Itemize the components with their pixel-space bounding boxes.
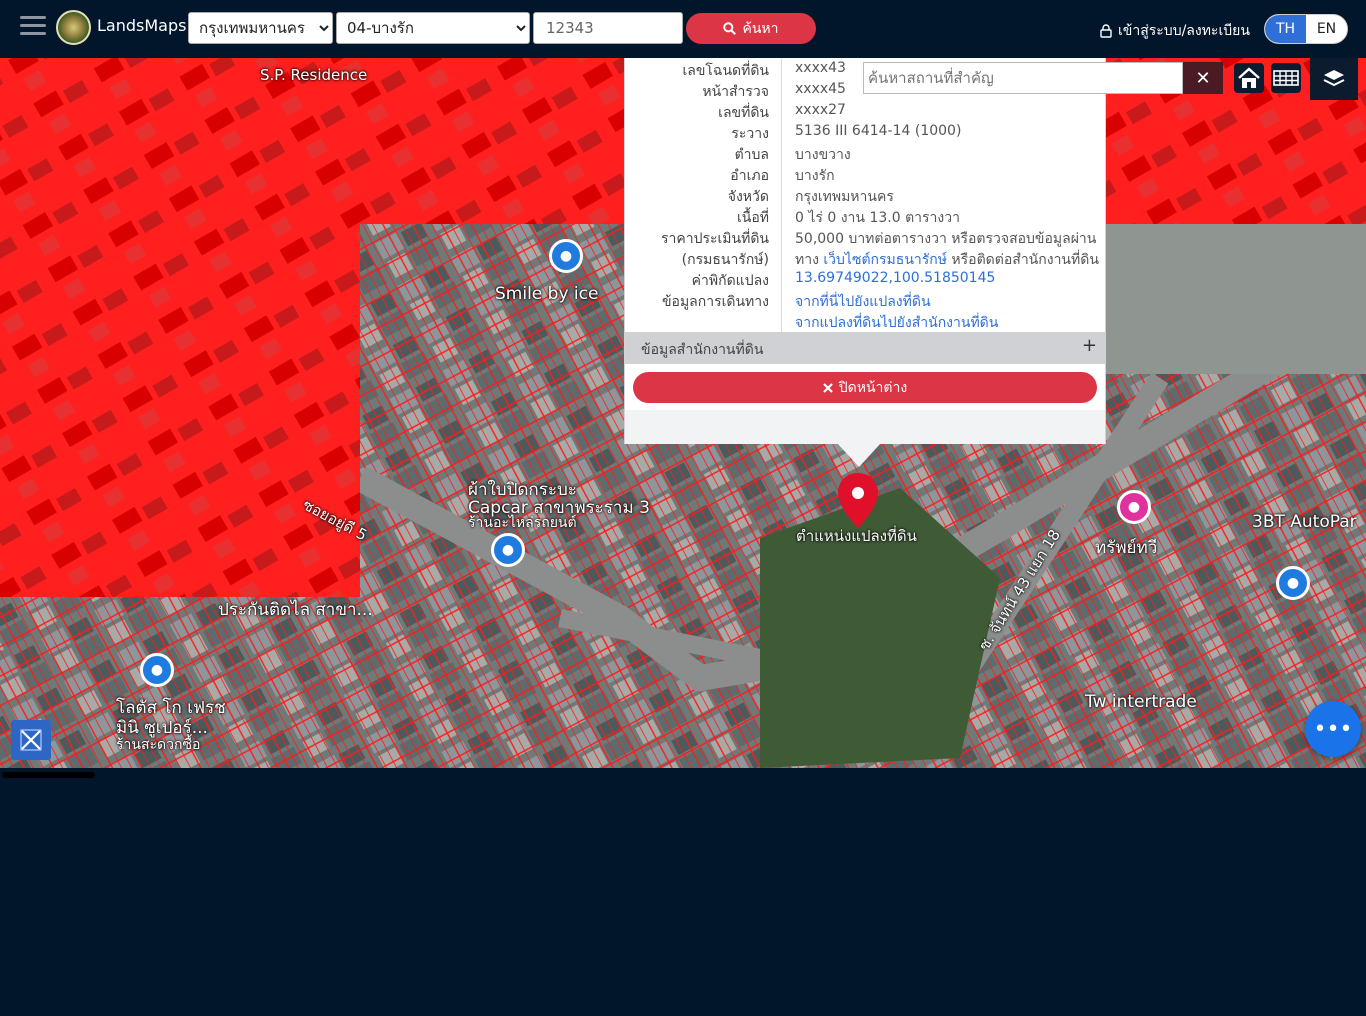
info-value: บางขวาง: [795, 147, 851, 163]
parcel-location-label: ตำแหน่งแปลงที่ดิน: [796, 527, 917, 545]
brand-name[interactable]: LandsMaps: [97, 16, 186, 35]
info-key: ค่าพิกัดแปลง: [691, 273, 769, 289]
search-button[interactable]: ค้นหา: [686, 13, 816, 44]
grid-icon: [1273, 70, 1299, 86]
poi-marker-icon[interactable]: ●: [1276, 566, 1310, 600]
info-key: เลขโฉนดที่ดิน: [682, 63, 769, 79]
home-icon: [1238, 67, 1260, 88]
info-key: จังหวัด: [727, 189, 769, 205]
map-label: Tw intertrade: [1085, 692, 1197, 712]
map-label: ร้านสะดวกซื้อ: [116, 737, 201, 753]
info-value: กรุงเทพมหานคร: [795, 189, 894, 205]
info-key: (กรมธนารักษ์): [681, 252, 769, 268]
expand-plus-icon[interactable]: +: [1082, 335, 1097, 356]
info-key: เนื้อที่: [737, 210, 769, 226]
land-office-section-label: ข้อมูลสำนักงานที่ดิน: [641, 342, 764, 358]
info-key: ระวาง: [731, 126, 769, 142]
info-value: 50,000 บาทต่อตารางวา หรือตรวจสอบข้อมูลผ่…: [795, 231, 1097, 247]
map-label: ประกันติดไล สาขา...: [218, 600, 373, 620]
map-label: 3BT AutoPar: [1252, 512, 1357, 532]
province-select[interactable]: กรุงเทพมหานคร: [188, 12, 333, 44]
search-icon: [723, 22, 737, 35]
clear-search-button[interactable]: ✕: [1183, 62, 1223, 94]
department-seal-logo[interactable]: [56, 10, 91, 45]
close-window-button[interactable]: ปิดหน้าต่าง: [633, 372, 1097, 403]
pencil-ruler-icon: [20, 729, 42, 751]
popup-pointer-arrow: [837, 443, 881, 467]
info-value-prefix: ทาง: [795, 252, 824, 268]
layers-icon: [1323, 70, 1345, 87]
lock-icon: [1100, 24, 1112, 38]
info-value: 5136 III 6414-14 (1000): [795, 123, 962, 139]
directions-to-land-office-link[interactable]: จากแปลงที่ดินไปยังสำนักงานที่ดิน: [795, 312, 998, 334]
treasury-website-link[interactable]: เว็บไซต์กรมธนารักษ์: [823, 252, 947, 268]
directions-to-parcel-link[interactable]: จากที่นี่ไปยังแปลงที่ดิน: [795, 291, 931, 313]
map-label: ร้านอะไหล่รถยนต์: [468, 515, 577, 531]
map-label: S.P. Residence: [260, 66, 368, 84]
grid-toggle-button[interactable]: [1271, 63, 1301, 93]
info-key: หน้าสำรวจ: [702, 84, 769, 100]
layers-button[interactable]: [1310, 58, 1358, 100]
info-key: เลขที่ดิน: [718, 105, 769, 121]
place-search-input[interactable]: [863, 62, 1183, 94]
parcel-number-input[interactable]: [533, 12, 683, 44]
info-value: 0 ไร่ 0 งาน 13.0 ตารางวา: [795, 210, 960, 226]
popup-divider: [781, 58, 782, 332]
lang-en-button[interactable]: EN: [1306, 15, 1347, 43]
info-value: xxxx43: [795, 60, 846, 76]
close-window-label: ปิดหน้าต่าง: [838, 379, 908, 396]
info-value: xxxx45: [795, 81, 846, 97]
district-select[interactable]: 04-บางรัก: [336, 12, 530, 44]
hamburger-menu-icon[interactable]: [20, 16, 46, 38]
info-value-suffix: หรือติดต่อสำนักงานที่ดิน: [946, 252, 1099, 268]
info-key: อำเภอ: [730, 168, 769, 184]
info-key: ราคาประเมินที่ดิน: [660, 231, 769, 247]
info-value: บางรัก: [795, 168, 835, 184]
home-button[interactable]: [1234, 63, 1264, 93]
search-button-label: ค้นหา: [742, 20, 779, 37]
more-options-fab[interactable]: •••: [1305, 701, 1361, 757]
language-toggle: TH EN: [1264, 14, 1348, 44]
poi-marker-icon[interactable]: ●: [140, 653, 174, 687]
poi-marker-icon[interactable]: ●: [549, 239, 583, 273]
info-value: ทาง เว็บไซต์กรมธนารักษ์ หรือติดต่อสำนักง…: [795, 249, 1099, 271]
map-label: Smile by ice: [495, 284, 599, 304]
login-label: เข้าสู่ระบบ/ลงทะเบียน: [1118, 23, 1250, 39]
close-x-icon: [823, 382, 833, 393]
info-value: xxxx27: [795, 102, 846, 118]
parcel-coordinates-link[interactable]: 13.69749022,100.51850145: [795, 270, 995, 286]
land-office-section-header[interactable]: ข้อมูลสำนักงานที่ดิน +: [625, 332, 1105, 364]
popup-footer: [625, 410, 1105, 444]
poi-marker-icon[interactable]: ●: [1117, 490, 1151, 524]
top-navbar: LandsMaps กรุงเทพมหานคร 04-บางรัก ค้นหา …: [0, 0, 1366, 58]
info-key: ข้อมูลการเดินทาง: [661, 294, 769, 310]
map-label: ทรัพย์ทวี: [1095, 538, 1158, 558]
lang-th-button[interactable]: TH: [1265, 15, 1306, 43]
login-link[interactable]: เข้าสู่ระบบ/ลงทะเบียน: [1100, 20, 1250, 42]
poi-marker-icon[interactable]: ●: [491, 533, 525, 567]
info-key: ตำบล: [734, 147, 769, 163]
horizontal-scrollbar[interactable]: [2, 772, 95, 778]
parcel-info-popup: เลขโฉนดที่ดิน xxxx43 หน้าสำรวจ xxxx45 เลขท…: [624, 58, 1106, 444]
draw-measure-button[interactable]: [11, 720, 51, 760]
